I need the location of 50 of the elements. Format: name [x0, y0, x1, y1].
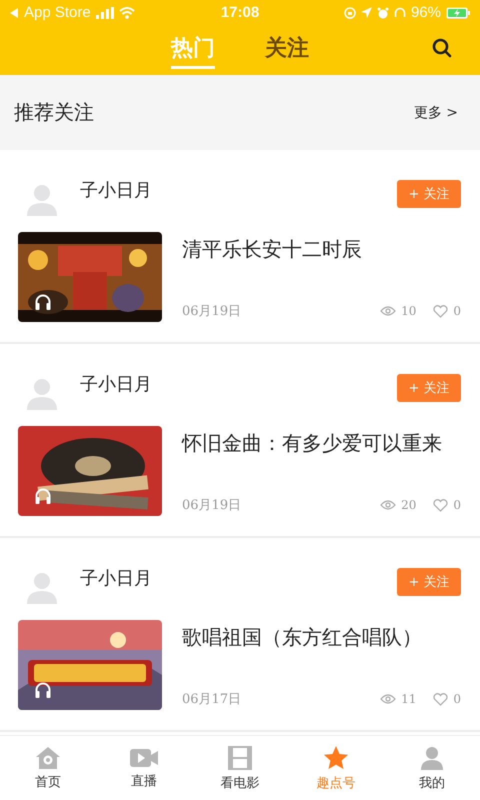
- post-title[interactable]: 歌唱祖国（东方红合唱队）: [182, 621, 461, 653]
- battery-percent: 96%: [410, 4, 441, 21]
- heart-icon[interactable]: [433, 304, 448, 318]
- like-count: 0: [453, 692, 461, 706]
- eye-icon: [380, 694, 396, 704]
- clock-time: 17:08: [220, 4, 260, 21]
- like-count: 0: [453, 498, 461, 512]
- lock-rotation-icon: [344, 6, 356, 18]
- like-count: 0: [453, 304, 461, 318]
- author-name[interactable]: 子小日月: [80, 372, 397, 396]
- post-date: 06月19日: [182, 497, 242, 514]
- heart-icon[interactable]: [433, 692, 448, 706]
- video-camera-icon: [129, 746, 159, 768]
- star-icon: [323, 744, 349, 770]
- view-count: 20: [401, 498, 416, 512]
- author-name[interactable]: 子小日月: [80, 178, 397, 202]
- avatar-icon[interactable]: [25, 376, 59, 410]
- back-icon[interactable]: [10, 8, 19, 18]
- nav-tab[interactable]: 我的: [384, 736, 480, 800]
- avatar-icon[interactable]: [25, 570, 59, 604]
- headphones-icon: [34, 293, 52, 311]
- more-link[interactable]: 更多 >: [414, 104, 458, 122]
- person-icon: [419, 744, 445, 770]
- eye-icon: [380, 306, 396, 316]
- headphones-icon: [34, 681, 52, 699]
- eye-icon: [380, 500, 396, 510]
- view-count: 10: [401, 304, 416, 318]
- home-icon: [35, 746, 61, 770]
- heart-icon[interactable]: [433, 498, 448, 512]
- post-title[interactable]: 怀旧金曲：有多少爱可以重来: [182, 427, 461, 459]
- alarm-icon: [376, 6, 389, 18]
- headphones-icon: [394, 6, 406, 18]
- section-title: 推荐关注: [14, 99, 94, 126]
- signal-icon: [96, 6, 114, 18]
- author-name[interactable]: 子小日月: [80, 566, 397, 590]
- headphones-icon: [34, 487, 52, 505]
- post-date: 06月19日: [182, 303, 242, 320]
- feed-tab[interactable]: 关注: [265, 25, 309, 69]
- post-date: 06月17日: [182, 691, 242, 708]
- location-icon: [360, 7, 372, 18]
- avatar-icon[interactable]: [25, 182, 59, 216]
- post-title[interactable]: 清平乐长安十二时辰: [182, 233, 461, 265]
- battery-charging-icon: [446, 6, 470, 18]
- film-icon: [227, 744, 253, 770]
- view-count: 11: [401, 692, 416, 706]
- nav-tab[interactable]: 首页: [0, 736, 96, 800]
- wifi-icon: [118, 6, 135, 18]
- search-icon[interactable]: [432, 38, 452, 58]
- nav-tab[interactable]: 看电影: [192, 736, 288, 800]
- nav-tab[interactable]: 直播: [96, 736, 192, 800]
